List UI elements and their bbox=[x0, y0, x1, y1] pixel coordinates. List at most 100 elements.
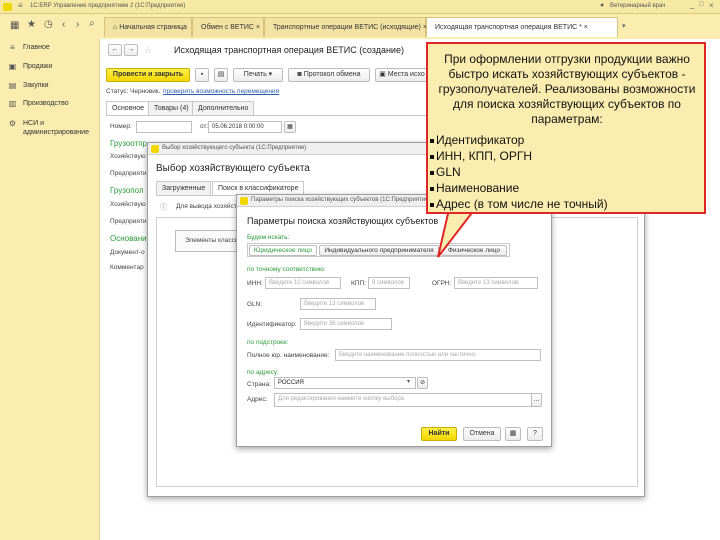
apps-grid-icon[interactable]: ▦ bbox=[10, 20, 19, 31]
number-label: Номер: bbox=[110, 123, 132, 130]
tab-additional[interactable]: Дополнительно bbox=[192, 101, 255, 115]
print-button[interactable]: Печать ▾ bbox=[233, 68, 283, 82]
sidebar-item-purchases[interactable]: ▤ Закупки bbox=[8, 81, 49, 90]
tabs-dropdown-icon[interactable]: ▾ bbox=[622, 22, 626, 30]
window-title: 1С:ERP Управление предприятием 2 (1С:Пре… bbox=[30, 3, 186, 9]
post-icon[interactable]: ▤ bbox=[214, 68, 228, 82]
country-field[interactable]: РОССИЯ bbox=[274, 377, 416, 389]
country-open-icon[interactable]: ⊘ bbox=[417, 377, 428, 389]
identifier-label: Идентификатор: bbox=[247, 321, 297, 328]
ogrn-field[interactable]: Введите 13 символов bbox=[454, 277, 538, 289]
address-field[interactable]: Для редактирования нажмите кнопку выбора bbox=[274, 393, 532, 407]
country-dropdown-icon[interactable]: ▾ bbox=[407, 378, 410, 385]
menu-icon: ≡ bbox=[10, 43, 15, 52]
document-label: Документ-о bbox=[110, 249, 145, 256]
back-button[interactable]: ← bbox=[108, 44, 122, 56]
protocol-button[interactable]: ◙ Протокол обмена bbox=[288, 68, 370, 82]
kpp-label: КПП: bbox=[351, 280, 366, 287]
forward-icon[interactable]: › bbox=[76, 19, 79, 30]
country-label: Страна: bbox=[247, 381, 271, 388]
history-icon[interactable]: ◷ bbox=[44, 19, 53, 30]
comment-label: Комментар bbox=[110, 264, 144, 271]
callout-list: Идентификатор ИНН, КПП, ОРГН GLN Наимено… bbox=[430, 132, 700, 212]
callout-pointer bbox=[437, 205, 480, 258]
tab-goods[interactable]: Товары (4) bbox=[148, 101, 195, 115]
full-name-field[interactable]: Введите наименование полностью или части… bbox=[335, 349, 541, 361]
find-button[interactable]: Найти bbox=[421, 427, 457, 441]
dialog-title: Выбор хозяйствующего субъекта bbox=[156, 163, 310, 174]
list-empty-text: Элементы классиф bbox=[185, 237, 244, 244]
status-value: Черновик. bbox=[130, 88, 161, 95]
help-icon[interactable]: ? bbox=[527, 427, 543, 441]
tab-classifier-search[interactable]: Поиск в классификаторе bbox=[212, 181, 305, 195]
save-icon[interactable]: ▪ bbox=[195, 68, 209, 82]
menu-icon[interactable]: ≡ bbox=[18, 1, 23, 10]
address-select-button[interactable]: … bbox=[531, 393, 542, 407]
tab-divider bbox=[106, 115, 426, 116]
places-button[interactable]: ▣ Места исхо bbox=[375, 68, 429, 82]
tab-loaded[interactable]: Загруженные bbox=[156, 181, 212, 195]
favorite-star-icon[interactable]: ☆ bbox=[144, 45, 152, 56]
calendar-icon[interactable]: ▦ bbox=[284, 121, 296, 133]
callout-item: Адрес (в том числе не точный) bbox=[430, 196, 700, 212]
user-icon: ● bbox=[600, 2, 605, 9]
cancel-button[interactable]: Отмена bbox=[463, 427, 501, 441]
tab-outgoing-operation[interactable]: Исходящая транспортная операция ВЕТИС * … bbox=[426, 17, 618, 37]
address-section: по адресу: bbox=[247, 369, 279, 376]
address-label: Адрес: bbox=[247, 396, 268, 403]
search-icon[interactable]: ⌕ bbox=[89, 18, 95, 29]
identifier-field[interactable]: Введите 36 символов bbox=[300, 318, 392, 330]
calculator-icon[interactable]: ▦ bbox=[505, 427, 521, 441]
gln-label: GLN: bbox=[247, 301, 263, 308]
sidebar-item-production[interactable]: ▥ Производство bbox=[8, 99, 69, 108]
number-field[interactable] bbox=[136, 121, 192, 133]
post-and-close-button[interactable]: Провести и закрыть bbox=[106, 68, 190, 82]
consignor-enterprise-label: Предприяти bbox=[110, 170, 147, 177]
status-label: Статус: bbox=[106, 88, 129, 95]
sidebar-item-sales[interactable]: ▣ Продажи bbox=[8, 62, 53, 71]
consignee-entity-label: Хозяйствую bbox=[110, 201, 146, 208]
inn-label: ИНН: bbox=[247, 280, 263, 287]
sidebar-item-main[interactable]: ≡ Главное bbox=[8, 43, 50, 52]
tab-main[interactable]: Основное bbox=[106, 101, 151, 115]
tab-close-icon[interactable]: × bbox=[584, 24, 588, 31]
app-logo-icon bbox=[3, 3, 12, 11]
kpp-field[interactable]: 9 символов bbox=[368, 277, 410, 289]
callout-item: GLN bbox=[430, 164, 700, 180]
sidebar: ≡ Главное ▣ Продажи ▤ Закупки ▥ Производ… bbox=[0, 39, 100, 540]
inn-field[interactable]: Введите 10 символов bbox=[265, 277, 341, 289]
basis-section: Основани bbox=[110, 234, 147, 243]
entrepreneur-button[interactable]: Индивидуального предпринимателя bbox=[319, 245, 439, 256]
restore-icon[interactable]: □ bbox=[699, 1, 703, 8]
dialog-title: Параметры поиска хозяйствующих субъектов bbox=[247, 216, 439, 226]
legal-entity-button[interactable]: Юридическое лицо bbox=[249, 245, 317, 256]
app-logo-icon bbox=[240, 197, 248, 205]
tab-close-icon[interactable]: × bbox=[256, 24, 260, 31]
status-link[interactable]: проверить возможность перемещения bbox=[163, 88, 279, 95]
info-text: Для вывода хозяйств bbox=[176, 203, 241, 210]
tab-vetis-exchange[interactable]: Обмен с ВЕТИС × bbox=[192, 17, 264, 37]
info-icon: ⓘ bbox=[160, 204, 167, 211]
callout-box: При оформлении отгрузки продукции важно … bbox=[426, 42, 706, 214]
search-params-dialog: Параметры поиска хозяйствующих субъектов… bbox=[236, 194, 552, 447]
substring-section: по подстроке: bbox=[247, 339, 289, 346]
callout-item: ИНН, КПП, ОРГН bbox=[430, 148, 700, 164]
consignee-enterprise-label: Предприяти bbox=[110, 218, 147, 225]
ogrn-label: ОГРН: bbox=[432, 280, 452, 287]
minimize-icon[interactable]: _ bbox=[690, 0, 694, 9]
tab-home[interactable]: ⌂ Начальная страница bbox=[104, 17, 192, 37]
tab-transport-operations[interactable]: Транспортные операции ВЕТИС (исходящие) … bbox=[264, 17, 427, 37]
title-bar: ≡ 1С:ERP Управление предприятием 2 (1С:П… bbox=[0, 0, 720, 14]
forward-button[interactable]: → bbox=[124, 44, 138, 56]
app-logo-icon bbox=[151, 145, 159, 153]
user-name[interactable]: Ветеринарный врач bbox=[610, 3, 665, 9]
close-icon[interactable]: × bbox=[709, 1, 714, 10]
sidebar-item-nsi-admin[interactable]: ⚙ НСИ и администрирование bbox=[8, 119, 96, 137]
back-icon[interactable]: ‹ bbox=[62, 19, 65, 30]
favorites-icon[interactable]: ★ bbox=[27, 19, 36, 30]
full-name-label: Полное юр. наименование: bbox=[247, 352, 330, 359]
gln-field[interactable]: Введите 13 символов bbox=[300, 298, 376, 310]
date-field[interactable]: 05.06.2018 0:00:00 bbox=[208, 121, 282, 133]
callout-item: Наименование bbox=[430, 180, 700, 196]
gear-icon: ⚙ bbox=[8, 119, 17, 128]
